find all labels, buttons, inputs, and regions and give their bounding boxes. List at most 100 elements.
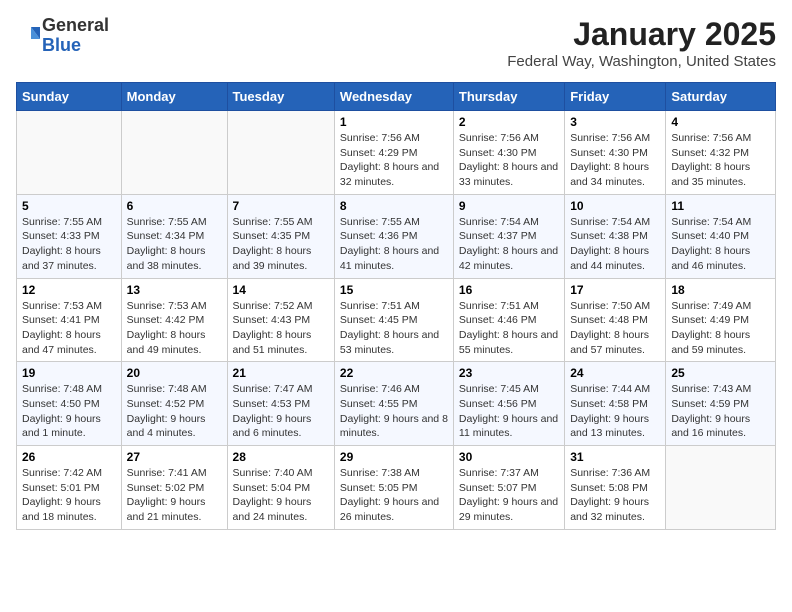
day-number: 28 <box>233 450 329 464</box>
day-info: Sunrise: 7:50 AM Sunset: 4:48 PM Dayligh… <box>570 299 660 358</box>
day-number: 30 <box>459 450 559 464</box>
day-number: 14 <box>233 283 329 297</box>
day-cell: 27 Sunrise: 7:41 AM Sunset: 5:02 PM Dayli… <box>121 446 227 530</box>
day-info: Sunrise: 7:40 AM Sunset: 5:04 PM Dayligh… <box>233 466 329 525</box>
day-cell <box>17 111 122 195</box>
day-number: 5 <box>22 199 116 213</box>
day-info: Sunrise: 7:38 AM Sunset: 5:05 PM Dayligh… <box>340 466 448 525</box>
day-info: Sunrise: 7:54 AM Sunset: 4:38 PM Dayligh… <box>570 215 660 274</box>
day-cell: 10Sunrise: 7:54 AM Sunset: 4:38 PM Dayli… <box>565 194 666 278</box>
day-number: 31 <box>570 450 660 464</box>
week-row-3: 12 Sunrise: 7:53 AM Sunset: 4:41 PM Dayli… <box>17 278 776 362</box>
day-info: Sunrise: 7:55 AM Sunset: 4:36 PM Dayligh… <box>340 215 448 274</box>
day-info: Sunrise: 7:51 AM Sunset: 4:45 PM Dayligh… <box>340 299 448 358</box>
day-cell: 6 Sunrise: 7:55 AM Sunset: 4:34 PM Daylig… <box>121 194 227 278</box>
day-cell: 25 Sunrise: 7:43 AM Sunset: 4:59 PM Dayli… <box>666 362 776 446</box>
day-info: Sunrise: 7:45 AM Sunset: 4:56 PM Dayligh… <box>459 382 559 441</box>
day-info: Sunrise: 7:54 AM Sunset: 4:40 PM Dayligh… <box>671 215 770 274</box>
day-number: 20 <box>127 366 222 380</box>
header-cell-wednesday: Wednesday <box>334 83 453 111</box>
day-number: 22 <box>340 366 448 380</box>
day-cell: 13Sunrise: 7:53 AM Sunset: 4:42 PM Dayli… <box>121 278 227 362</box>
day-info: Sunrise: 7:54 AM Sunset: 4:37 PM Dayligh… <box>459 215 559 274</box>
day-info: Sunrise: 7:56 AM Sunset: 4:30 PM Dayligh… <box>570 131 660 190</box>
calendar-table: SundayMondayTuesdayWednesdayThursdayFrid… <box>16 82 776 530</box>
day-info: Sunrise: 7:46 AM Sunset: 4:55 PM Dayligh… <box>340 382 448 441</box>
day-number: 18 <box>671 283 770 297</box>
day-cell: 16Sunrise: 7:51 AM Sunset: 4:46 PM Dayli… <box>453 278 564 362</box>
day-number: 12 <box>22 283 116 297</box>
day-info: Sunrise: 7:43 AM Sunset: 4:59 PM Dayligh… <box>671 382 770 441</box>
header-cell-friday: Friday <box>565 83 666 111</box>
day-number: 21 <box>233 366 329 380</box>
day-cell: 20Sunrise: 7:48 AM Sunset: 4:52 PM Dayli… <box>121 362 227 446</box>
day-number: 9 <box>459 199 559 213</box>
day-info: Sunrise: 7:53 AM Sunset: 4:41 PM Dayligh… <box>22 299 116 358</box>
day-info: Sunrise: 7:56 AM Sunset: 4:32 PM Dayligh… <box>671 131 770 190</box>
day-cell: 30 Sunrise: 7:37 AM Sunset: 5:07 PM Dayli… <box>453 446 564 530</box>
day-number: 6 <box>127 199 222 213</box>
day-cell: 1Sunrise: 7:56 AM Sunset: 4:29 PM Daylig… <box>334 111 453 195</box>
day-cell: 26Sunrise: 7:42 AM Sunset: 5:01 PM Dayli… <box>17 446 122 530</box>
day-cell: 18 Sunrise: 7:49 AM Sunset: 4:49 PM Dayli… <box>666 278 776 362</box>
calendar-subtitle: Federal Way, Washington, United States <box>507 53 776 70</box>
day-cell: 28 Sunrise: 7:40 AM Sunset: 5:04 PM Dayli… <box>227 446 334 530</box>
day-number: 25 <box>671 366 770 380</box>
header-cell-saturday: Saturday <box>666 83 776 111</box>
day-number: 19 <box>22 366 116 380</box>
day-number: 24 <box>570 366 660 380</box>
day-cell: 11 Sunrise: 7:54 AM Sunset: 4:40 PM Dayli… <box>666 194 776 278</box>
day-cell: 3 Sunrise: 7:56 AM Sunset: 4:30 PM Daylig… <box>565 111 666 195</box>
day-info: Sunrise: 7:42 AM Sunset: 5:01 PM Dayligh… <box>22 466 116 525</box>
day-info: Sunrise: 7:41 AM Sunset: 5:02 PM Dayligh… <box>127 466 222 525</box>
logo-text: General Blue <box>42 16 109 56</box>
day-number: 13 <box>127 283 222 297</box>
day-cell: 24 Sunrise: 7:44 AM Sunset: 4:58 PM Dayli… <box>565 362 666 446</box>
header-cell-sunday: Sunday <box>17 83 122 111</box>
day-number: 4 <box>671 115 770 129</box>
day-cell: 31 Sunrise: 7:36 AM Sunset: 5:08 PM Dayli… <box>565 446 666 530</box>
day-cell <box>121 111 227 195</box>
day-info: Sunrise: 7:55 AM Sunset: 4:35 PM Dayligh… <box>233 215 329 274</box>
day-info: Sunrise: 7:55 AM Sunset: 4:34 PM Dayligh… <box>127 215 222 274</box>
header-row: SundayMondayTuesdayWednesdayThursdayFrid… <box>17 83 776 111</box>
day-number: 7 <box>233 199 329 213</box>
day-number: 29 <box>340 450 448 464</box>
week-row-1: 1Sunrise: 7:56 AM Sunset: 4:29 PM Daylig… <box>17 111 776 195</box>
day-number: 15 <box>340 283 448 297</box>
day-number: 17 <box>570 283 660 297</box>
week-row-5: 26Sunrise: 7:42 AM Sunset: 5:01 PM Dayli… <box>17 446 776 530</box>
logo-icon <box>16 24 40 48</box>
day-info: Sunrise: 7:49 AM Sunset: 4:49 PM Dayligh… <box>671 299 770 358</box>
day-cell: 12 Sunrise: 7:53 AM Sunset: 4:41 PM Dayli… <box>17 278 122 362</box>
day-cell: 5 Sunrise: 7:55 AM Sunset: 4:33 PM Daylig… <box>17 194 122 278</box>
day-number: 8 <box>340 199 448 213</box>
day-cell: 21Sunrise: 7:47 AM Sunset: 4:53 PM Dayli… <box>227 362 334 446</box>
day-cell: 8 Sunrise: 7:55 AM Sunset: 4:36 PM Daylig… <box>334 194 453 278</box>
day-info: Sunrise: 7:52 AM Sunset: 4:43 PM Dayligh… <box>233 299 329 358</box>
page-header: General Blue January 2025 Federal Way, W… <box>16 16 776 70</box>
day-number: 27 <box>127 450 222 464</box>
week-row-4: 19 Sunrise: 7:48 AM Sunset: 4:50 PM Dayli… <box>17 362 776 446</box>
day-number: 2 <box>459 115 559 129</box>
day-info: Sunrise: 7:36 AM Sunset: 5:08 PM Dayligh… <box>570 466 660 525</box>
day-cell <box>227 111 334 195</box>
day-info: Sunrise: 7:44 AM Sunset: 4:58 PM Dayligh… <box>570 382 660 441</box>
title-block: January 2025 Federal Way, Washington, Un… <box>507 16 776 70</box>
day-info: Sunrise: 7:37 AM Sunset: 5:07 PM Dayligh… <box>459 466 559 525</box>
day-number: 11 <box>671 199 770 213</box>
logo: General Blue <box>16 16 109 56</box>
day-cell: 19 Sunrise: 7:48 AM Sunset: 4:50 PM Dayli… <box>17 362 122 446</box>
day-number: 3 <box>570 115 660 129</box>
day-cell: 14 Sunrise: 7:52 AM Sunset: 4:43 PM Dayli… <box>227 278 334 362</box>
day-info: Sunrise: 7:56 AM Sunset: 4:30 PM Dayligh… <box>459 131 559 190</box>
day-cell <box>666 446 776 530</box>
day-cell: 9 Sunrise: 7:54 AM Sunset: 4:37 PM Daylig… <box>453 194 564 278</box>
week-row-2: 5 Sunrise: 7:55 AM Sunset: 4:33 PM Daylig… <box>17 194 776 278</box>
day-info: Sunrise: 7:55 AM Sunset: 4:33 PM Dayligh… <box>22 215 116 274</box>
day-cell: 2 Sunrise: 7:56 AM Sunset: 4:30 PM Daylig… <box>453 111 564 195</box>
day-cell: 17 Sunrise: 7:50 AM Sunset: 4:48 PM Dayli… <box>565 278 666 362</box>
day-info: Sunrise: 7:48 AM Sunset: 4:50 PM Dayligh… <box>22 382 116 441</box>
day-number: 16 <box>459 283 559 297</box>
header-cell-tuesday: Tuesday <box>227 83 334 111</box>
